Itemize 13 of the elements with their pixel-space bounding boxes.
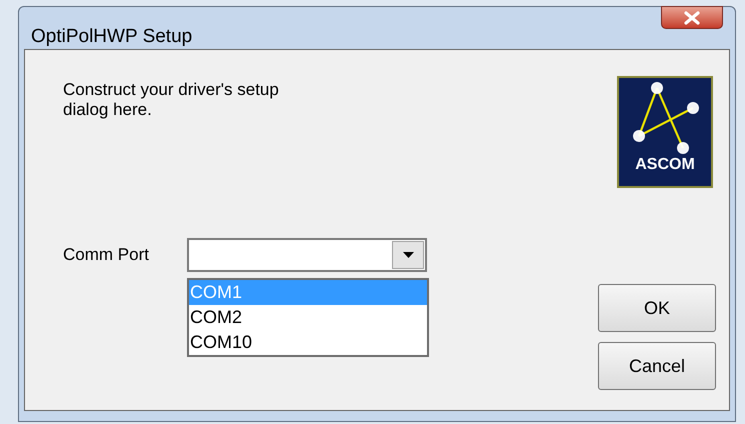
description-text: Construct your driver's setup dialog here. xyxy=(63,80,280,120)
dropdown-option[interactable]: COM2 xyxy=(189,305,427,330)
dialog-button[interactable]: Cancel xyxy=(598,342,716,390)
logo-text: ASCOM xyxy=(635,156,695,174)
comm-port-label: Comm Port xyxy=(63,244,150,266)
dialog-button[interactable]: OK xyxy=(598,284,716,332)
close-icon xyxy=(683,10,701,24)
comm-port-combobox[interactable] xyxy=(187,238,427,272)
close-button[interactable] xyxy=(661,6,723,29)
dropdown-option[interactable]: COM10 xyxy=(189,330,427,355)
caret-icon xyxy=(402,252,414,258)
window-title: OptiPolHWP Setup xyxy=(31,25,192,49)
dropdown-button[interactable] xyxy=(392,241,424,269)
